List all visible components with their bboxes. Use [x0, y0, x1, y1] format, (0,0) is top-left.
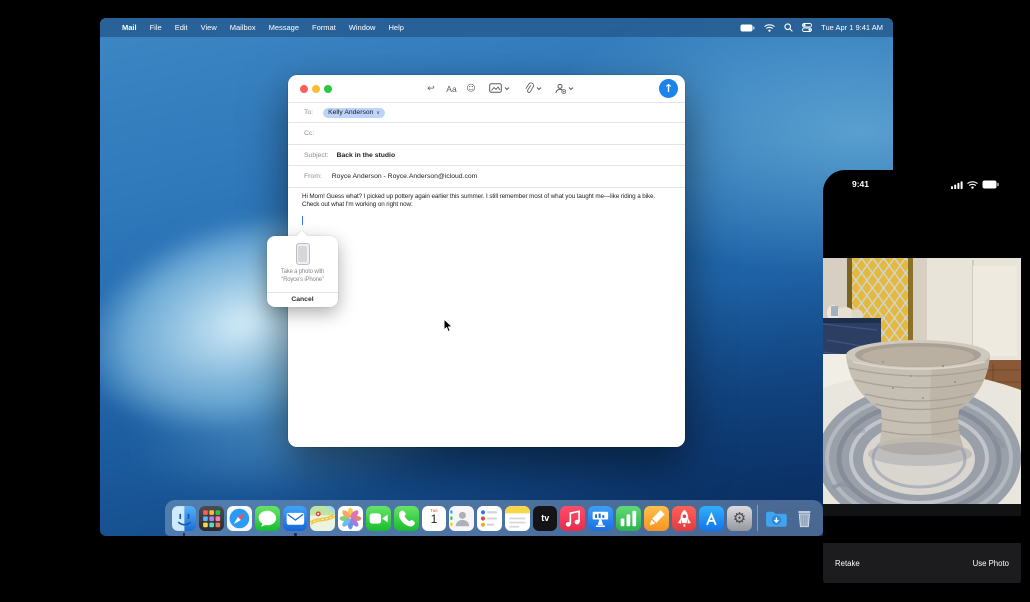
cellular-signal-icon [951, 181, 963, 189]
menu-item-message[interactable]: Message [269, 23, 299, 32]
dock-item-appstore[interactable] [699, 506, 724, 531]
window-close-button[interactable] [300, 85, 308, 93]
window-zoom-button[interactable] [324, 85, 332, 93]
battery-icon[interactable] [740, 24, 755, 32]
menu-status-icons: Tue Apr 1 9:41 AM [740, 23, 883, 32]
text-caret [302, 216, 303, 225]
from-field[interactable]: From: Royce Anderson - Royce.Anderson@ic… [288, 167, 685, 188]
from-label: From: [304, 173, 322, 180]
use-photo-button[interactable]: Use Photo [973, 559, 1009, 568]
dock: Tue1 tv ⚙ [165, 500, 823, 536]
chevron-down-icon [504, 86, 510, 91]
dock-item-reminders[interactable] [477, 506, 502, 531]
search-icon[interactable] [784, 23, 793, 32]
menu-bar: Mail File Edit View Mailbox Message Format Wind… [100, 18, 893, 37]
dock-item-phone[interactable] [394, 506, 419, 531]
subject-label: Subject: [304, 152, 329, 159]
to-field[interactable]: To: Kelly Anderson∨ [288, 102, 685, 123]
menu-clock[interactable]: Tue Apr 1 9:41 AM [821, 23, 883, 32]
dock-divider [757, 505, 758, 531]
subject-value: Back in the studio [337, 152, 396, 159]
dock-item-settings[interactable]: ⚙ [727, 506, 752, 531]
menu-items: Mail File Edit View Mailbox Message Format Wind… [111, 23, 404, 32]
dock-item-contacts[interactable] [449, 506, 474, 531]
subject-field[interactable]: Subject: Back in the studio [288, 145, 685, 166]
menu-item-help[interactable]: Help [388, 23, 403, 32]
chevron-down-icon [536, 86, 542, 91]
popover-arrow [296, 230, 308, 236]
popover-divider [267, 292, 338, 293]
camera-preview-photo [823, 258, 1021, 516]
to-label: To: [304, 109, 313, 116]
from-value: Royce Anderson - Royce.Anderson@icloud.c… [332, 173, 478, 180]
dock-item-maps[interactable] [310, 506, 335, 531]
dock-item-messages[interactable] [255, 506, 280, 531]
paperclip-icon [523, 82, 534, 94]
wifi-icon[interactable] [764, 24, 775, 32]
dock-item-finder[interactable] [172, 506, 197, 531]
control-center-icon[interactable] [802, 23, 812, 32]
screenshot-canvas: Mail File Edit View Mailbox Message Format Wind… [0, 0, 1030, 602]
dock-item-downloads[interactable] [764, 506, 789, 531]
dock-item-mail[interactable] [283, 506, 308, 531]
dock-item-launchpad[interactable] [199, 506, 224, 531]
dock-item-rocket[interactable] [672, 506, 697, 531]
camera-review-bar: Retake Use Photo [823, 543, 1021, 583]
dock-item-photos[interactable] [338, 506, 363, 531]
menu-item-mailbox[interactable]: Mailbox [230, 23, 256, 32]
emoji-button[interactable]: ☺ [464, 81, 478, 96]
wifi-icon [967, 181, 978, 189]
menu-item-format[interactable]: Format [312, 23, 336, 32]
menu-item-mail[interactable]: Mail [122, 23, 137, 32]
menu-item-edit[interactable]: Edit [175, 23, 188, 32]
cc-field[interactable]: Cc: [288, 124, 685, 145]
mail-compose-window: ↩ Aa ☺ ↑ To: Kelly Anderson∨ Cc: [288, 75, 685, 447]
dock-item-appletv[interactable]: tv [533, 506, 558, 531]
iphone-screen: 9:41 [823, 170, 1021, 594]
attach-button[interactable] [518, 80, 546, 96]
send-button[interactable]: ↑ [659, 79, 678, 98]
menu-item-file[interactable]: File [150, 23, 162, 32]
chevron-down-icon: ∨ [376, 110, 380, 116]
dock-item-calendar[interactable]: Tue1 [422, 506, 447, 531]
message-body[interactable]: Hi Mom! Guess what? I picked up pottery … [302, 193, 674, 209]
recipient-token[interactable]: Kelly Anderson∨ [323, 108, 385, 118]
continuity-camera-popover: Take a photo with “Royce’s iPhone” Cance… [267, 236, 338, 307]
dock-item-music[interactable] [560, 506, 585, 531]
popover-text-line1: Take a photo with [267, 269, 338, 275]
dock-item-facetime[interactable] [366, 506, 391, 531]
insert-from-device-button[interactable] [550, 80, 578, 96]
photo-browser-button[interactable] [485, 80, 513, 96]
iphone-icon [296, 243, 310, 265]
cc-label: Cc: [304, 130, 314, 137]
format-button[interactable]: Aa [444, 81, 459, 96]
dock-item-keynote[interactable] [588, 506, 613, 531]
chevron-down-icon [568, 86, 574, 91]
iphone-clock: 9:41 [852, 179, 869, 189]
mouse-cursor [443, 318, 454, 333]
iphone-status-bar: 9:41 [823, 170, 1021, 200]
menu-item-window[interactable]: Window [349, 23, 376, 32]
dock-item-safari[interactable] [227, 506, 252, 531]
popover-text-line2: “Royce’s iPhone” [267, 277, 338, 283]
menu-item-view[interactable]: View [201, 23, 217, 32]
macos-desktop: Mail File Edit View Mailbox Message Format Wind… [100, 18, 893, 536]
retake-button[interactable]: Retake [835, 559, 860, 568]
battery-icon [982, 180, 999, 189]
contact-badge-icon [554, 83, 566, 94]
dock-item-pages[interactable] [644, 506, 669, 531]
dock-item-trash[interactable] [792, 506, 817, 531]
photo-browser-icon [489, 83, 502, 93]
dock-item-numbers[interactable] [616, 506, 641, 531]
dock-item-notes[interactable] [505, 506, 530, 531]
window-minimize-button[interactable] [312, 85, 320, 93]
cancel-button[interactable]: Cancel [267, 296, 338, 303]
undo-button[interactable]: ↩ [424, 81, 438, 96]
